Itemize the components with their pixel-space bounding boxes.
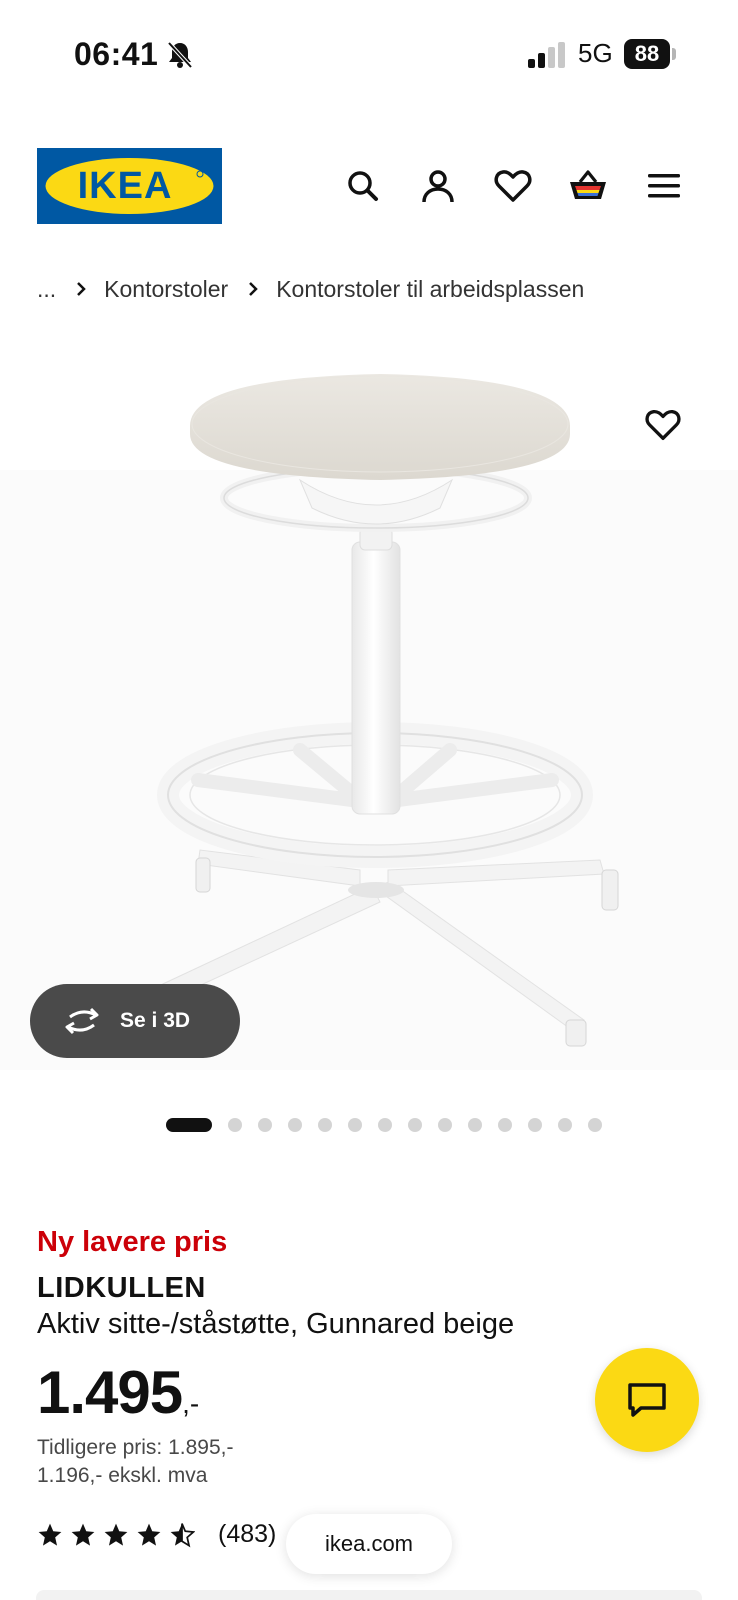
carousel-dot[interactable] <box>318 1118 332 1132</box>
chat-bubble-icon <box>628 1383 666 1417</box>
product-image[interactable] <box>0 330 738 1090</box>
breadcrumb-arbeidsplassen[interactable]: Kontorstoler til arbeidsplassen <box>276 276 584 303</box>
rotate-3d-icon <box>65 1007 99 1035</box>
bell-muted-icon <box>167 41 193 69</box>
url-text: ikea.com <box>324 1531 414 1556</box>
carousel-dot[interactable] <box>228 1118 242 1132</box>
carousel-dot[interactable] <box>438 1118 452 1132</box>
star-full-icon <box>104 1523 128 1546</box>
browser-url-bar[interactable]: ikea.com <box>286 1514 452 1574</box>
logo-text: IKEA <box>78 165 173 207</box>
ikea-logo-graphic: IKEA <box>45 158 214 214</box>
review-count: (483) <box>218 1520 277 1548</box>
battery-icon: 88 <box>624 39 676 69</box>
chevron-right-icon <box>249 282 258 296</box>
status-bar: 06:41 5G 88 <box>0 0 738 110</box>
previous-price: Tidligere pris: 1.895,- <box>37 1436 234 1459</box>
carousel-dot[interactable] <box>408 1118 422 1132</box>
carousel-dot[interactable] <box>558 1118 572 1132</box>
shopping-basket-icon[interactable] <box>568 166 608 206</box>
bottom-sheet-edge <box>36 1590 702 1600</box>
carousel-dot[interactable] <box>498 1118 512 1132</box>
carousel-dot-active[interactable] <box>166 1118 212 1132</box>
new-lower-price-tag: Ny lavere pris <box>37 1226 228 1258</box>
favourites-heart-icon[interactable] <box>493 166 533 206</box>
carousel-dot[interactable] <box>378 1118 392 1132</box>
carousel-dot[interactable] <box>288 1118 302 1132</box>
signal-icon <box>528 42 565 68</box>
star-full-icon <box>71 1523 95 1546</box>
star-half-icon <box>170 1522 195 1547</box>
search-icon[interactable] <box>343 166 383 206</box>
add-to-favourites-heart-icon[interactable] <box>644 406 682 444</box>
battery-level: 88 <box>624 39 670 69</box>
star-full-icon <box>38 1523 62 1546</box>
network-type: 5G <box>578 38 613 68</box>
ikea-logo[interactable]: IKEA <box>37 148 222 224</box>
account-icon[interactable] <box>418 166 458 206</box>
product-rating[interactable]: (483) <box>37 1520 276 1549</box>
breadcrumb-kontorstoler[interactable]: Kontorstoler <box>104 276 228 303</box>
product-price: 1.495,- <box>37 1358 199 1427</box>
product-description: Aktiv sitte-/ståstøtte, Gunnared beige <box>37 1308 515 1340</box>
star-full-icon <box>137 1523 161 1546</box>
price-excluding-vat: 1.196,- ekskl. mva <box>37 1464 208 1487</box>
menu-icon[interactable] <box>644 166 684 206</box>
product-name: LIDKULLEN <box>37 1272 206 1304</box>
carousel-dot[interactable] <box>348 1118 362 1132</box>
carousel-dot[interactable] <box>468 1118 482 1132</box>
price-main: 1.495 <box>37 1359 183 1426</box>
carousel-dot[interactable] <box>258 1118 272 1132</box>
carousel-dot[interactable] <box>588 1118 602 1132</box>
chevron-right-icon <box>77 282 86 296</box>
view-in-3d-button[interactable]: Se i 3D <box>30 984 240 1058</box>
view-in-3d-label: Se i 3D <box>120 1009 191 1032</box>
breadcrumb: ... Kontorstoler Kontorstoler til arbeid… <box>37 272 584 306</box>
status-time: 06:41 <box>74 36 159 72</box>
image-carousel-dots <box>166 1117 618 1133</box>
breadcrumb-ellipsis[interactable]: ... <box>37 276 56 303</box>
chat-button[interactable] <box>595 1348 699 1452</box>
carousel-dot[interactable] <box>528 1118 542 1132</box>
battery-cap <box>672 48 676 60</box>
price-suffix: ,- <box>182 1388 200 1419</box>
